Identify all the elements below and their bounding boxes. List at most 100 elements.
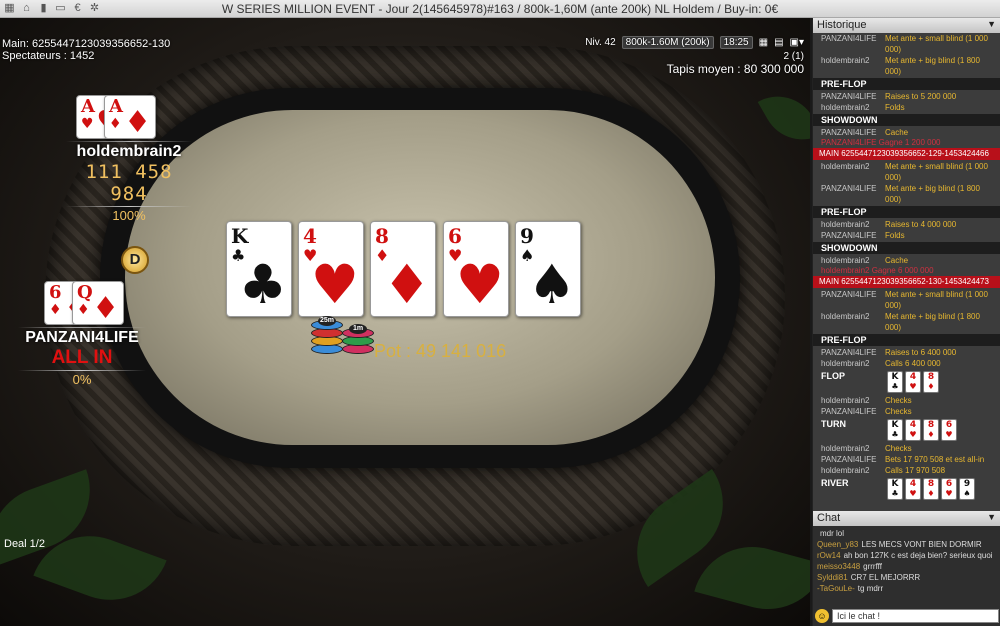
history-action-row: holdembrain2 Checks xyxy=(813,443,1000,454)
history-street-cards: FLOP K ♣ 4 ♥ 8 ♦ xyxy=(813,369,1000,395)
history-action: Folds xyxy=(885,231,905,240)
spectator-count: Spectateurs : 1452 xyxy=(2,50,95,62)
chat-header[interactable]: Chat ▼ xyxy=(813,511,1000,526)
emoji-icon[interactable]: ☺ xyxy=(815,609,829,623)
chat-user: Queen_y83 xyxy=(817,540,859,549)
blind-level: Niv. 42 xyxy=(585,37,616,48)
history-action-row: PANZANI4LIFE Checks xyxy=(813,406,1000,417)
history-action-row: PANZANI4LIFE Bets 17 970 508 et est all-i… xyxy=(813,454,1000,465)
chat-text: ah bon 127K c est deja bien? serieux quo… xyxy=(843,551,993,560)
collapse-arrow-icon[interactable]: ▼ xyxy=(987,512,996,522)
history-action: 000) xyxy=(885,195,902,204)
level-info: Niv. 42 800k-1.60M (200k) 18:25 ▦ ▤ ▣▾ xyxy=(585,36,804,49)
history-player: PANZANI4LIFE xyxy=(821,290,877,299)
leaf-decoration xyxy=(694,533,810,623)
chat-input[interactable]: Ici le chat ! xyxy=(832,609,999,623)
mini-card: 9 ♠ xyxy=(959,478,975,500)
chat-user: rOw14 xyxy=(817,551,841,560)
history-action: Met ante + big blind (1 800 xyxy=(885,56,980,65)
history-action-row: PANZANI4LIFE Met ante + small blind (1 00… xyxy=(813,289,1000,300)
blinds-value: 800k-1.60M (200k) xyxy=(621,36,714,49)
chat-messages[interactable]: mdr lol Queen_y83 LES MECS VONT BIEN DORMI… xyxy=(813,526,1000,610)
history-street-header: SHOWDOWN xyxy=(813,242,1000,254)
chat-panel: Chat ▼ mdr lol Queen_y83 LES MECS VONT BIE… xyxy=(812,511,1000,626)
history-street-cards: TURN K ♣ 4 ♥ 8 ♦ 6 ♥ xyxy=(813,417,1000,443)
history-action-continuation: 000) xyxy=(813,194,1000,205)
chat-user: meisso3448 xyxy=(817,562,861,571)
chat-message: -TaGouLe-tg mdrr xyxy=(817,583,996,594)
history-street-header: PRE-FLOP xyxy=(813,334,1000,346)
history-action-row: PANZANI4LIFE Met ante + big blind (1 800 xyxy=(813,183,1000,194)
history-street-label: FLOP xyxy=(821,371,845,381)
history-player: holdembrain2 xyxy=(821,56,870,65)
player-equity: 100% xyxy=(112,208,146,223)
history-action: Met ante + small blind (1 000 xyxy=(885,162,988,171)
mini-card: 4 ♥ xyxy=(905,371,921,393)
hole-cards: A ♥ ♥ A ♦ ♦ xyxy=(66,95,192,139)
history-player: holdembrain2 xyxy=(821,312,870,321)
chat-title: Chat xyxy=(817,512,841,524)
history-action-continuation: 000) xyxy=(813,66,1000,77)
grid-view-icon[interactable]: ▦ xyxy=(759,37,768,48)
history-player: holdembrain2 xyxy=(821,220,870,229)
player-seat-panzani4life[interactable]: 6 ♦ ♦ Q ♦ ♦ PANZANI4LIFE ALL IN 0% xyxy=(18,281,146,387)
mini-card: 8 ♦ xyxy=(923,371,939,393)
history-player: holdembrain2 xyxy=(821,444,870,453)
hole-card: Q ♦ ♦ xyxy=(72,281,124,325)
history-street-label: TURN xyxy=(821,419,846,429)
mini-card: 8 ♦ xyxy=(923,419,939,441)
mini-card: K ♣ xyxy=(887,478,903,500)
history-street-label: RIVER xyxy=(821,478,849,488)
average-stack: Tapis moyen : 80 300 000 xyxy=(666,62,804,76)
history-action-continuation: 000) xyxy=(813,300,1000,311)
history-action: Met ante + small blind (1 000 xyxy=(885,290,988,299)
history-action-row: holdembrain2 Calls 17 970 508 xyxy=(813,465,1000,476)
player-name: holdembrain2 xyxy=(76,143,182,160)
all-in-status: ALL IN xyxy=(51,347,113,368)
history-action: Met ante + big blind (1 800 xyxy=(885,184,980,193)
chat-user: -TaGouLe- xyxy=(817,584,855,593)
mini-card: 8 ♦ xyxy=(923,478,939,500)
chip-label: 25m xyxy=(318,316,336,326)
history-street-header: PRE-FLOP xyxy=(813,206,1000,218)
history-list[interactable]: PANZANI4LIFE Met ante + small blind (1 00… xyxy=(813,33,1000,502)
history-action-row: PANZANI4LIFE Raises to 6 400 000 xyxy=(813,347,1000,358)
history-action-row: holdembrain2 Checks xyxy=(813,395,1000,406)
history-player: holdembrain2 xyxy=(821,162,870,171)
history-player: PANZANI4LIFE xyxy=(821,184,877,193)
history-action: Folds xyxy=(885,103,905,112)
chat-text: grrrfff xyxy=(863,562,882,571)
history-winner: holdembrain2 Gagne 6 000 000 xyxy=(821,266,934,275)
history-action: 000) xyxy=(885,45,902,54)
history-street-cards: RIVER K ♣ 4 ♥ 8 ♦ 6 ♥ 9 ♠ xyxy=(813,476,1000,502)
board-card: K ♣ ♣ xyxy=(226,221,292,317)
board-card: 6 ♥ ♥ xyxy=(443,221,509,317)
history-player: PANZANI4LIFE xyxy=(821,407,877,416)
tile-view-icon[interactable]: ▤ xyxy=(774,37,783,48)
deal-counter: Deal 1/2 xyxy=(4,538,45,550)
collapse-arrow-icon[interactable]: ▼ xyxy=(987,19,996,29)
table-info: Niv. 42 800k-1.60M (200k) 18:25 ▦ ▤ ▣▾ 2… xyxy=(585,36,804,76)
poker-table-area: Main: 6255447123039356652-130 Spectateur… xyxy=(0,18,810,626)
chat-message: rOw14 ah bon 127K c est deja bien? serieu… xyxy=(817,550,996,561)
chip-label: 1m xyxy=(349,324,367,334)
board-card: 8 ♦ ♦ xyxy=(370,221,436,317)
history-player: PANZANI4LIFE xyxy=(821,231,877,240)
window-title: W SERIES MILLION EVENT - Jour 2(14564597… xyxy=(221,2,779,16)
history-action-row: holdembrain2 Met ante + big blind (1 800 xyxy=(813,311,1000,322)
player-seat-holdembrain2[interactable]: A ♥ ♥ A ♦ ♦ holdembrain2 111 458 984 100… xyxy=(66,95,192,223)
history-action: Checks xyxy=(885,407,912,416)
hand-info: Main: 6255447123039356652-130 Spectateur… xyxy=(2,38,170,62)
chat-message: Queen_y83 LES MECS VONT BIEN DORMIR xyxy=(817,539,996,550)
chat-text: CR7 EL MEJORRR xyxy=(850,573,921,582)
history-header[interactable]: Historique ▼ xyxy=(813,18,1000,33)
history-player: holdembrain2 xyxy=(821,359,870,368)
hole-card: A ♦ ♦ xyxy=(104,95,156,139)
mini-card: 4 ♥ xyxy=(905,478,921,500)
window-menu-icon[interactable]: ▣▾ xyxy=(790,37,804,48)
player-stack: 111 458 984 xyxy=(85,161,173,205)
leaf-decoration xyxy=(757,82,810,154)
history-player: PANZANI4LIFE xyxy=(821,92,877,101)
history-action-row: holdembrain2 Cache xyxy=(813,255,1000,266)
chat-message: Sylddi81 CR7 EL MEJORRR xyxy=(817,572,996,583)
